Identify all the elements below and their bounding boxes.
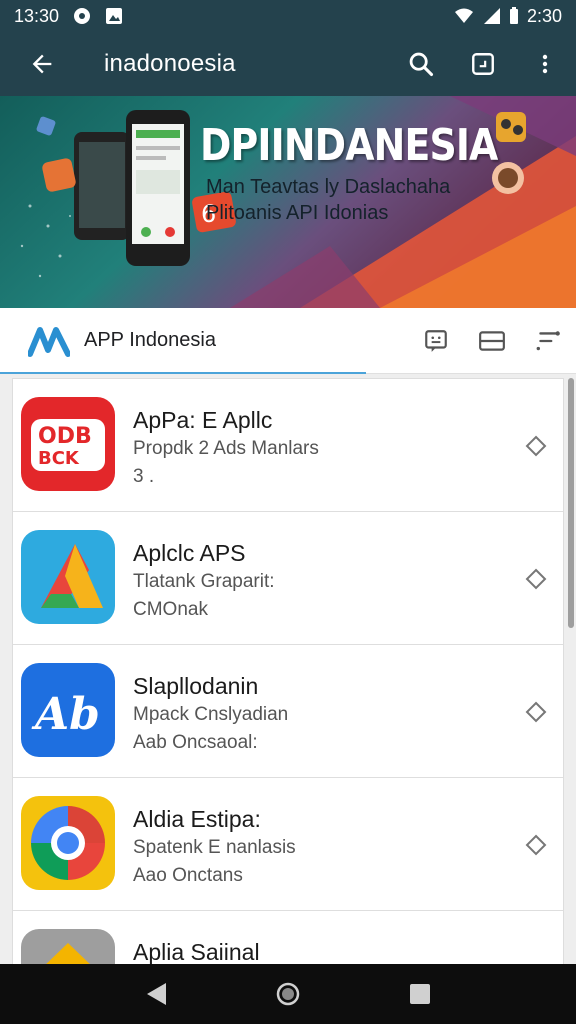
app-description: Mpack Cnslyadian [133, 704, 289, 725]
status-bar: 13:30 2:30 [0, 0, 576, 32]
list-item[interactable]: Aldia Estipa: Spatenk E nanlasis Aao Onc… [13, 778, 563, 911]
back-arrow-icon [32, 54, 52, 74]
list-scrollbar[interactable] [568, 378, 574, 628]
app-meta: Aao Onctans [133, 865, 243, 886]
search-icon [409, 52, 434, 77]
app-list-card: ODB BCK ApPa: E Apllc Propdk 2 Ads Manla… [12, 378, 564, 964]
svg-text:Ab: Ab [31, 689, 100, 740]
tab-app-indonesia[interactable]: APP Indonesia [0, 308, 366, 375]
svg-text:BCK: BCK [38, 448, 80, 469]
list-item[interactable]: ODB BCK ApPa: E Apllc Propdk 2 Ads Manla… [13, 379, 563, 512]
back-button[interactable] [0, 32, 84, 96]
app-name: Aldia Estipa: [133, 806, 261, 832]
nav-home-button[interactable] [258, 964, 318, 1024]
ab-logo-icon: Ab [21, 663, 115, 757]
diamond-chevron-icon[interactable] [525, 701, 547, 723]
tab-label: APP Indonesia [84, 329, 216, 351]
back-triangle-icon [147, 983, 166, 1005]
home-circle-icon [276, 982, 300, 1006]
circle-app-icon [74, 8, 91, 24]
banner-title: DPIINDANESIA [200, 120, 498, 171]
diamond-chevron-icon[interactable] [525, 435, 547, 457]
svg-text:ODB: ODB [38, 424, 92, 449]
overflow-menu-button[interactable] [514, 32, 576, 96]
card-button[interactable] [464, 308, 520, 374]
wifi-icon [454, 8, 473, 23]
signal-icon [483, 8, 500, 24]
feedback-icon [425, 329, 447, 352]
app-name: Aplia Saiinal [133, 939, 260, 964]
status-time-left: 13:30 [14, 5, 60, 26]
promo-banner[interactable]: 6 DPIINDANESIA Man Teavtas ly Daslachaha… [0, 96, 576, 308]
app-description: Tlatank Graparit: [133, 571, 275, 592]
nav-recents-button[interactable] [390, 964, 450, 1024]
overflow-menu-icon [542, 54, 548, 74]
system-nav-bar [0, 964, 576, 1024]
ring-logo-icon [21, 796, 115, 890]
app-meta: CMOnak [133, 599, 208, 620]
app-list[interactable]: ODB BCK ApPa: E Apllc Propdk 2 Ads Manla… [0, 374, 576, 964]
app-description: Propdk 2 Ads Manlars [133, 438, 319, 459]
battery-icon [509, 7, 518, 24]
triangle-logo-icon [21, 530, 115, 624]
banner-subtitle-1: Man Teavtas ly Daslachaha [206, 176, 451, 198]
app-bar: inadonoesia [0, 32, 576, 96]
app-name: ApPa: E Apllc [133, 407, 273, 433]
app-name: Slapllodanin [133, 673, 259, 699]
app-meta: Aab Oncsaoal: [133, 732, 258, 753]
app-meta: 3 . [133, 466, 155, 487]
sort-icon [536, 330, 560, 350]
card-icon [479, 330, 505, 351]
list-item[interactable]: Ab Slapllodanin Mpack Cnslyadian Aab Onc… [13, 645, 563, 778]
square-icon [472, 53, 494, 75]
photo-icon [106, 8, 123, 24]
wave-logo-icon [28, 326, 70, 357]
recents-square-icon [410, 984, 430, 1004]
search-button[interactable] [390, 32, 452, 96]
diamond-chevron-icon[interactable] [525, 568, 547, 590]
sort-button[interactable] [520, 308, 576, 374]
square-button[interactable] [452, 32, 514, 96]
feedback-button[interactable] [408, 308, 464, 374]
status-time-right: 2:30 [526, 5, 562, 26]
banner-subtitle-2: Plitoanis API Idonias [206, 202, 389, 224]
diamond-chevron-icon[interactable] [525, 834, 547, 856]
app-title: inadonoesia [104, 50, 236, 77]
nav-back-button[interactable] [126, 964, 186, 1024]
odbck-logo-icon: ODB BCK [21, 397, 115, 491]
folder-logo-icon [21, 929, 115, 964]
tab-row: APP Indonesia [0, 308, 576, 375]
app-name: Aplclc APS [133, 540, 246, 566]
app-description: Spatenk E nanlasis [133, 837, 296, 858]
list-item[interactable]: Aplia Saiinal [13, 911, 563, 964]
list-item[interactable]: Aplclc APS Tlatank Graparit: CMOnak [13, 512, 563, 645]
